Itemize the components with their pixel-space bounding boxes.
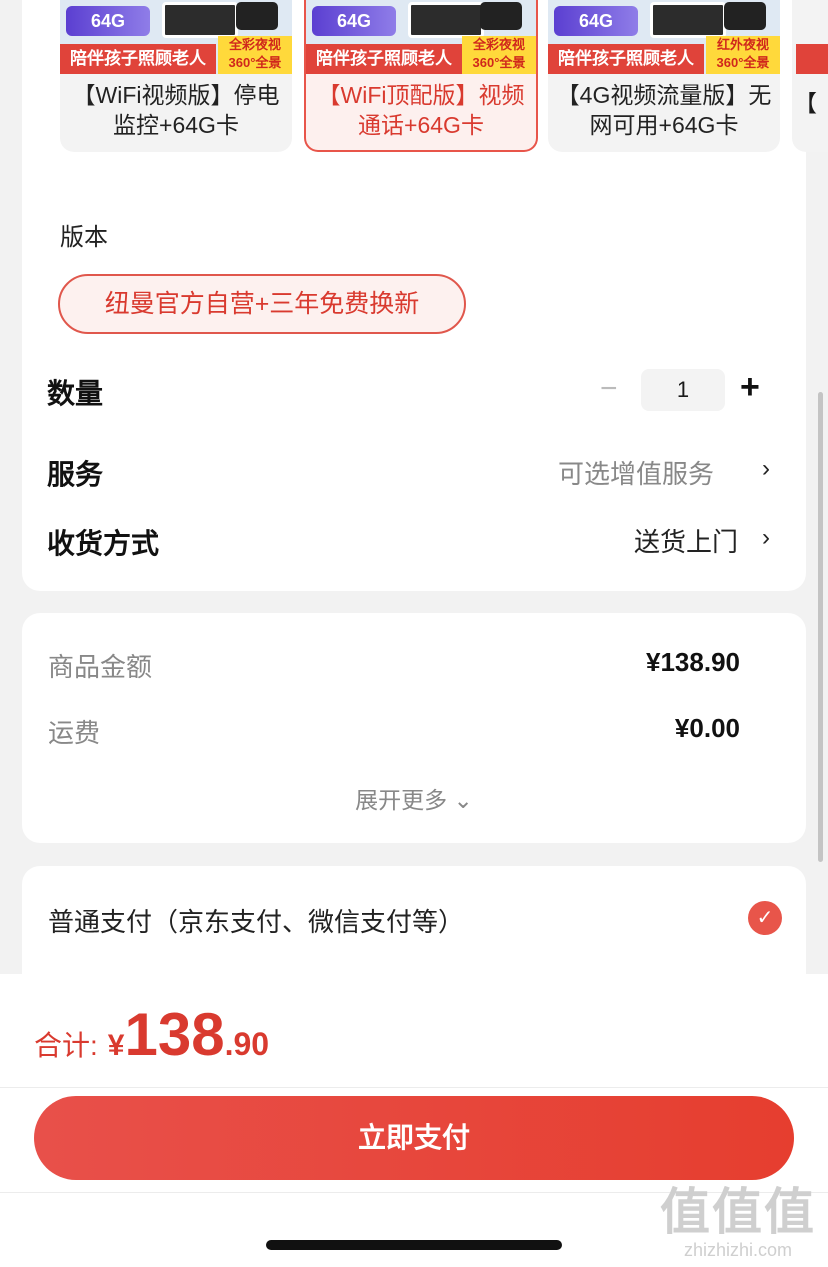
payment-method-card[interactable]: 普通支付（京东支付、微信支付等） ✓ (22, 866, 806, 986)
goods-amount-label: 商品金额 (48, 652, 153, 682)
variant-thumbnail: 64G 陪伴孩子照顾老人 全彩夜视 360°全景 (306, 0, 536, 74)
phone-image (480, 2, 522, 30)
total-decimal: .90 (224, 1026, 270, 1062)
phone-image (236, 2, 278, 30)
phone-image (724, 2, 766, 30)
payment-method-label: 普通支付（京东支付、微信支付等） (48, 907, 465, 937)
variant-label: 【WiFi视频版】停电监控+64G卡 (72, 82, 280, 138)
variant-option-4g[interactable]: 64G 陪伴孩子照顾老人 红外夜视 360°全景 【4G视频流量版】无网可用+6… (548, 0, 780, 152)
watermark-url: zhizhizhi.com (683, 1240, 793, 1260)
banner-left: 陪伴孩子照顾老人 (60, 44, 216, 74)
variant-option-wifi-premium[interactable]: 64G 陪伴孩子照顾老人 全彩夜视 360°全景 【WiFi顶配版】视频通话+6… (304, 0, 538, 152)
storage-badge: 64G (312, 6, 396, 36)
home-indicator[interactable] (266, 1240, 562, 1250)
version-title: 版本 (60, 224, 108, 251)
total-integer: 138 (124, 1001, 225, 1068)
banner-right: 红外夜视 360°全景 (706, 36, 780, 74)
divider (0, 1087, 828, 1088)
version-option-selected[interactable]: 纽曼官方自营+三年免费换新 (58, 274, 466, 334)
variant-label: 【WiFi顶配版】视频通话+64G卡 (317, 82, 525, 138)
service-value[interactable]: 可选增值服务 (558, 454, 714, 491)
banner-left: 陪伴孩子照顾老人 (306, 44, 462, 74)
quantity-minus-button[interactable]: − (600, 372, 618, 406)
watermark-logo: 值值值 (660, 1184, 816, 1240)
delivery-label: 收货方式 (47, 528, 160, 559)
delivery-value[interactable]: 送货上门 (634, 522, 738, 559)
chevron-right-icon[interactable]: › (762, 524, 770, 552)
chevron-right-icon[interactable]: › (762, 455, 770, 483)
device-image (408, 2, 484, 38)
fee-summary-card: 商品金额 ¥138.90 运费 ¥0.00 展开更多 ⌄ (22, 613, 806, 843)
variant-label: 【4G视频流量版】无网可用+64G卡 (556, 82, 772, 138)
quantity-input[interactable]: 1 (641, 369, 725, 411)
banner-right: 全彩夜视 360°全景 (218, 36, 292, 74)
banner-left (796, 44, 828, 74)
total-label: 合计: (34, 1030, 98, 1061)
total-price: 合计: ¥138.90 (34, 1000, 269, 1069)
variant-thumbnail: 64G 陪伴孩子照顾老人 红外夜视 360°全景 (548, 0, 780, 74)
device-image (650, 2, 726, 38)
checkout-bar: 合计: ¥138.90 立即支付 值值值 zhizhizhi.com (0, 974, 828, 1267)
variant-label: 【 (794, 90, 817, 116)
pay-now-button[interactable]: 立即支付 (34, 1096, 794, 1180)
quantity-plus-button[interactable]: + (740, 368, 760, 407)
variant-option-partial[interactable]: 【 (792, 0, 828, 152)
variant-option-wifi-video[interactable]: 64G 陪伴孩子照顾老人 全彩夜视 360°全景 【WiFi视频版】停电监控+6… (60, 0, 292, 152)
variant-thumbnail: 64G 陪伴孩子照顾老人 全彩夜视 360°全景 (60, 0, 292, 74)
banner-left: 陪伴孩子照顾老人 (548, 44, 704, 74)
shipping-label: 运费 (48, 718, 101, 748)
check-circle-icon[interactable]: ✓ (748, 901, 782, 935)
shipping-value: ¥0.00 (674, 713, 740, 743)
banner-right: 全彩夜视 360°全景 (462, 36, 536, 74)
goods-amount-value: ¥138.90 (646, 647, 740, 677)
currency-symbol: ¥ (107, 1029, 125, 1062)
service-label: 服务 (47, 459, 104, 490)
watermark: 值值值 zhizhizhi.com (660, 1184, 816, 1260)
expand-more-button[interactable]: 展开更多 ⌄ (22, 781, 806, 815)
scrollbar[interactable] (818, 392, 823, 862)
storage-badge: 64G (66, 6, 150, 36)
device-image (162, 2, 238, 38)
storage-badge: 64G (554, 6, 638, 36)
quantity-label: 数量 (47, 378, 104, 409)
